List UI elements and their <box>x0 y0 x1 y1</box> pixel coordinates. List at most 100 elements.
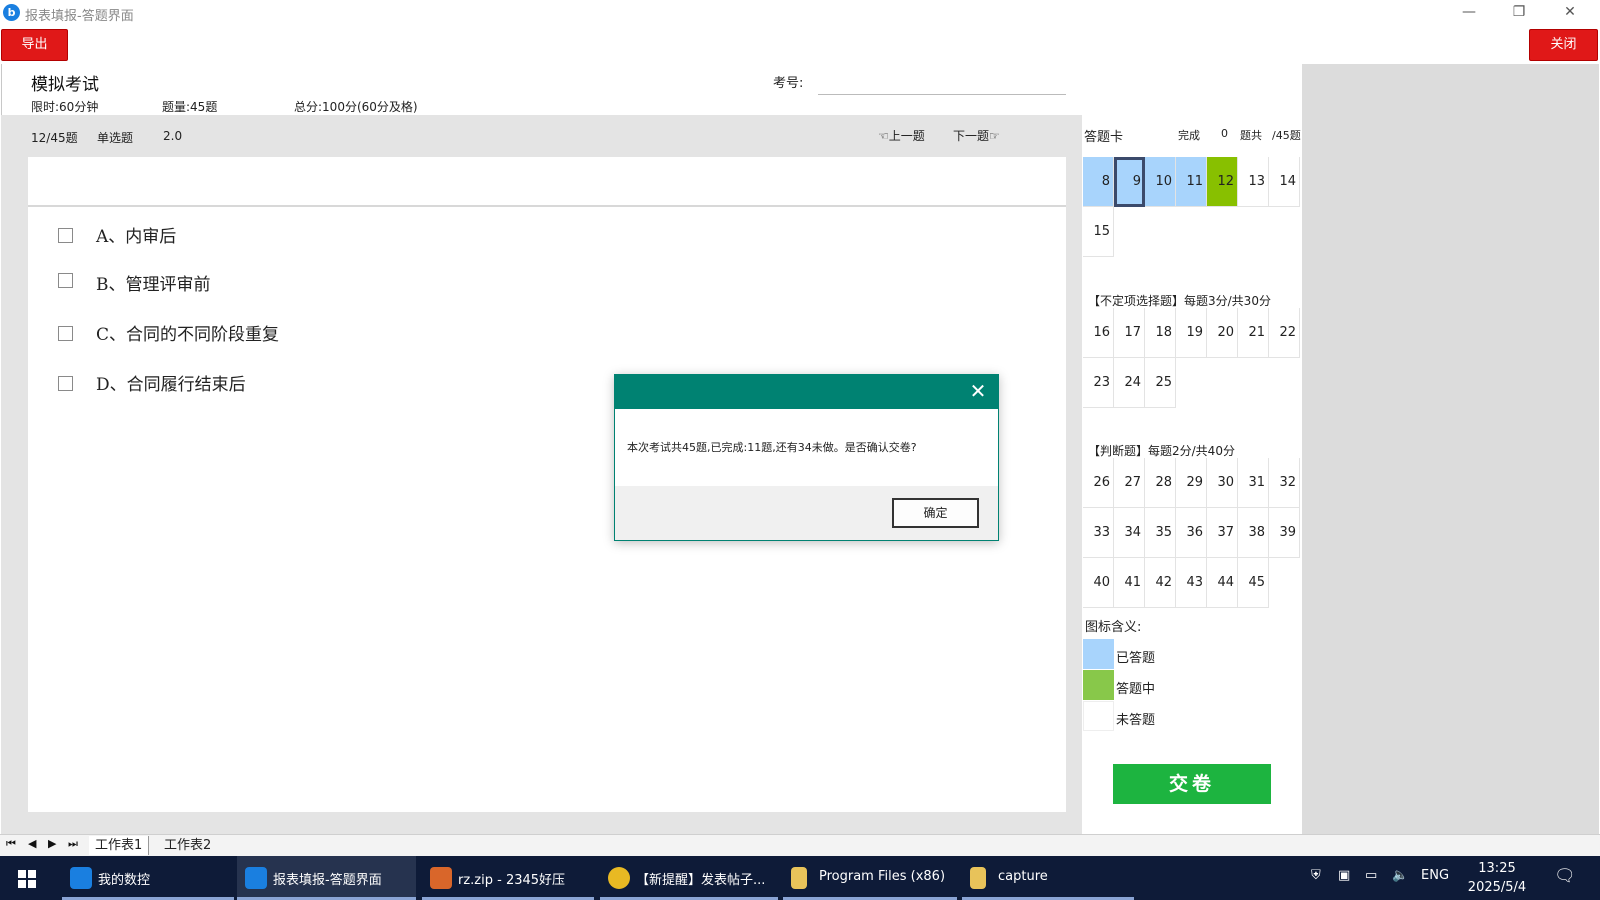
app-tray-icon[interactable]: ▣ <box>1338 868 1350 883</box>
answer-cell-q41[interactable]: 41 <box>1114 558 1145 608</box>
archive-icon <box>430 867 452 889</box>
answer-cell-q28[interactable]: 28 <box>1145 458 1176 508</box>
answer-cell-q40[interactable]: 40 <box>1083 558 1114 608</box>
next-question-button[interactable]: 下一题☞ <box>953 127 1000 144</box>
taskbar-item-browser[interactable]: 【新提醒】发表帖子... <box>600 856 778 900</box>
question-progress: 12/45题 <box>31 131 78 145</box>
legend-unanswered-swatch <box>1083 701 1114 731</box>
answer-cell-q8[interactable]: 8 <box>1083 157 1114 207</box>
export-button[interactable]: 导出 <box>1 29 68 61</box>
prev-label: 上一题 <box>888 129 925 143</box>
answer-cell-q19[interactable]: 19 <box>1176 308 1207 358</box>
answer-cell-q39[interactable]: 39 <box>1269 508 1300 558</box>
answer-cell-q13[interactable]: 13 <box>1238 157 1269 207</box>
option-checkbox[interactable] <box>58 228 73 243</box>
question-header: 12/45题 单选题 2.0 ☜上一题 下一题☞ <box>28 115 1066 157</box>
answer-cell-q9[interactable]: 9 <box>1114 157 1145 207</box>
first-sheet-icon[interactable]: ⏮ <box>6 837 16 851</box>
submit-button[interactable]: 交卷 <box>1113 764 1271 804</box>
option-checkbox[interactable] <box>58 326 73 341</box>
notification-icon[interactable]: 🗨 <box>1554 866 1576 886</box>
answer-cell-q10[interactable]: 10 <box>1145 157 1176 207</box>
question-count: 题量:45题 <box>162 100 218 114</box>
answer-cell-q45[interactable]: 45 <box>1238 558 1269 608</box>
answer-cell-q32[interactable]: 32 <box>1269 458 1300 508</box>
clock[interactable]: 13:25 2025/5/4 <box>1448 859 1546 897</box>
answer-cell-q38[interactable]: 38 <box>1238 508 1269 558</box>
total-label: 题共 <box>1240 129 1262 142</box>
answer-cell-q42[interactable]: 42 <box>1145 558 1176 608</box>
next-label: 下一题 <box>953 129 990 143</box>
mycnc-icon <box>70 867 92 889</box>
answer-cell-q36[interactable]: 36 <box>1176 508 1207 558</box>
taskbar-item-folder1[interactable]: Program Files (x86) <box>783 856 957 900</box>
answer-cell-q43[interactable]: 43 <box>1176 558 1207 608</box>
answer-cell-q29[interactable]: 29 <box>1176 458 1207 508</box>
taskbar-item-exam[interactable]: 报表填报-答题界面 <box>237 856 416 900</box>
answer-cell-q11[interactable]: 11 <box>1176 157 1207 207</box>
question-area-bottom <box>1 812 1082 834</box>
hand-right-icon: ☞ <box>989 129 1000 143</box>
minimize-button[interactable]: — <box>1444 0 1494 25</box>
option-checkbox[interactable] <box>58 273 73 288</box>
volume-icon[interactable]: 🔈 <box>1392 868 1408 883</box>
answer-cell-q16[interactable]: 16 <box>1083 308 1114 358</box>
answer-cell-q34[interactable]: 34 <box>1114 508 1145 558</box>
answer-cell-q17[interactable]: 17 <box>1114 308 1145 358</box>
taskbar-item-folder2[interactable]: capture <box>962 856 1134 900</box>
taskbar-item-mycnc[interactable]: 我的数控 <box>62 856 234 900</box>
answer-cell-q31[interactable]: 31 <box>1238 458 1269 508</box>
taskbar-label: rz.zip - 2345好压 <box>458 873 566 888</box>
answer-cell-q23[interactable]: 23 <box>1083 358 1114 408</box>
network-icon[interactable]: ▭ <box>1365 868 1377 883</box>
app-logo-icon: b <box>3 4 20 21</box>
prev-sheet-icon[interactable]: ◀ <box>28 837 36 850</box>
answer-cell-q37[interactable]: 37 <box>1207 508 1238 558</box>
answer-cell-q21[interactable]: 21 <box>1238 308 1269 358</box>
right-gray-area <box>1302 64 1599 834</box>
language-indicator[interactable]: ENG <box>1421 868 1449 883</box>
answer-cell-q24[interactable]: 24 <box>1114 358 1145 408</box>
report-app-icon <box>245 867 267 889</box>
answer-cell-q30[interactable]: 30 <box>1207 458 1238 508</box>
answer-cell-q35[interactable]: 35 <box>1145 508 1176 558</box>
last-sheet-icon[interactable]: ⏭ <box>68 837 78 851</box>
answer-cell-q14[interactable]: 14 <box>1269 157 1300 207</box>
answer-cell-q25[interactable]: 25 <box>1145 358 1176 408</box>
taskbar-label: capture <box>998 869 1048 884</box>
taskbar-label: Program Files (x86) <box>819 869 946 884</box>
window-close-button[interactable]: ✕ <box>1545 0 1595 25</box>
close-button[interactable]: 关闭 <box>1529 29 1598 61</box>
next-sheet-icon[interactable]: ▶ <box>48 837 56 850</box>
answer-cell-q44[interactable]: 44 <box>1207 558 1238 608</box>
restore-button[interactable]: ❐ <box>1494 0 1544 25</box>
browser-icon <box>608 867 630 889</box>
option-checkbox[interactable] <box>58 376 73 391</box>
question-score: 2.0 <box>163 129 183 143</box>
option-label: C、合同的不同阶段重复 <box>96 325 280 345</box>
answer-cell-q12[interactable]: 12 <box>1207 157 1238 207</box>
answer-cell-q26[interactable]: 26 <box>1083 458 1114 508</box>
total-count: /45题 <box>1272 129 1301 142</box>
option-label: A、内审后 <box>96 227 177 247</box>
dialog-footer: 确定 <box>615 486 998 540</box>
confirm-dialog: ✕ 本次考试共45题,已完成:11题,还有34未做。是否确认交卷? 确定 <box>614 374 999 541</box>
dialog-header: ✕ <box>615 375 998 409</box>
prev-question-button[interactable]: ☜上一题 <box>878 127 925 144</box>
confirm-ok-button[interactable]: 确定 <box>892 498 979 528</box>
tab-sheet2[interactable]: 工作表2 <box>158 836 217 855</box>
exam-no-field[interactable] <box>818 94 1066 95</box>
answer-cell-q27[interactable]: 27 <box>1114 458 1145 508</box>
dialog-close-icon[interactable]: ✕ <box>966 379 990 403</box>
answer-cell-q33[interactable]: 33 <box>1083 508 1114 558</box>
legend-title: 图标含义: <box>1085 620 1142 635</box>
taskbar-item-zip[interactable]: rz.zip - 2345好压 <box>422 856 594 900</box>
tab-sheet1[interactable]: 工作表1 <box>89 836 150 855</box>
answer-cell-q22[interactable]: 22 <box>1269 308 1300 358</box>
hand-left-icon: ☜ <box>878 129 889 143</box>
security-icon[interactable]: ⛨ <box>1311 868 1321 883</box>
answer-cell-q15[interactable]: 15 <box>1083 207 1114 257</box>
answer-cell-q18[interactable]: 18 <box>1145 308 1176 358</box>
windows-start-icon[interactable] <box>18 870 36 888</box>
answer-cell-q20[interactable]: 20 <box>1207 308 1238 358</box>
